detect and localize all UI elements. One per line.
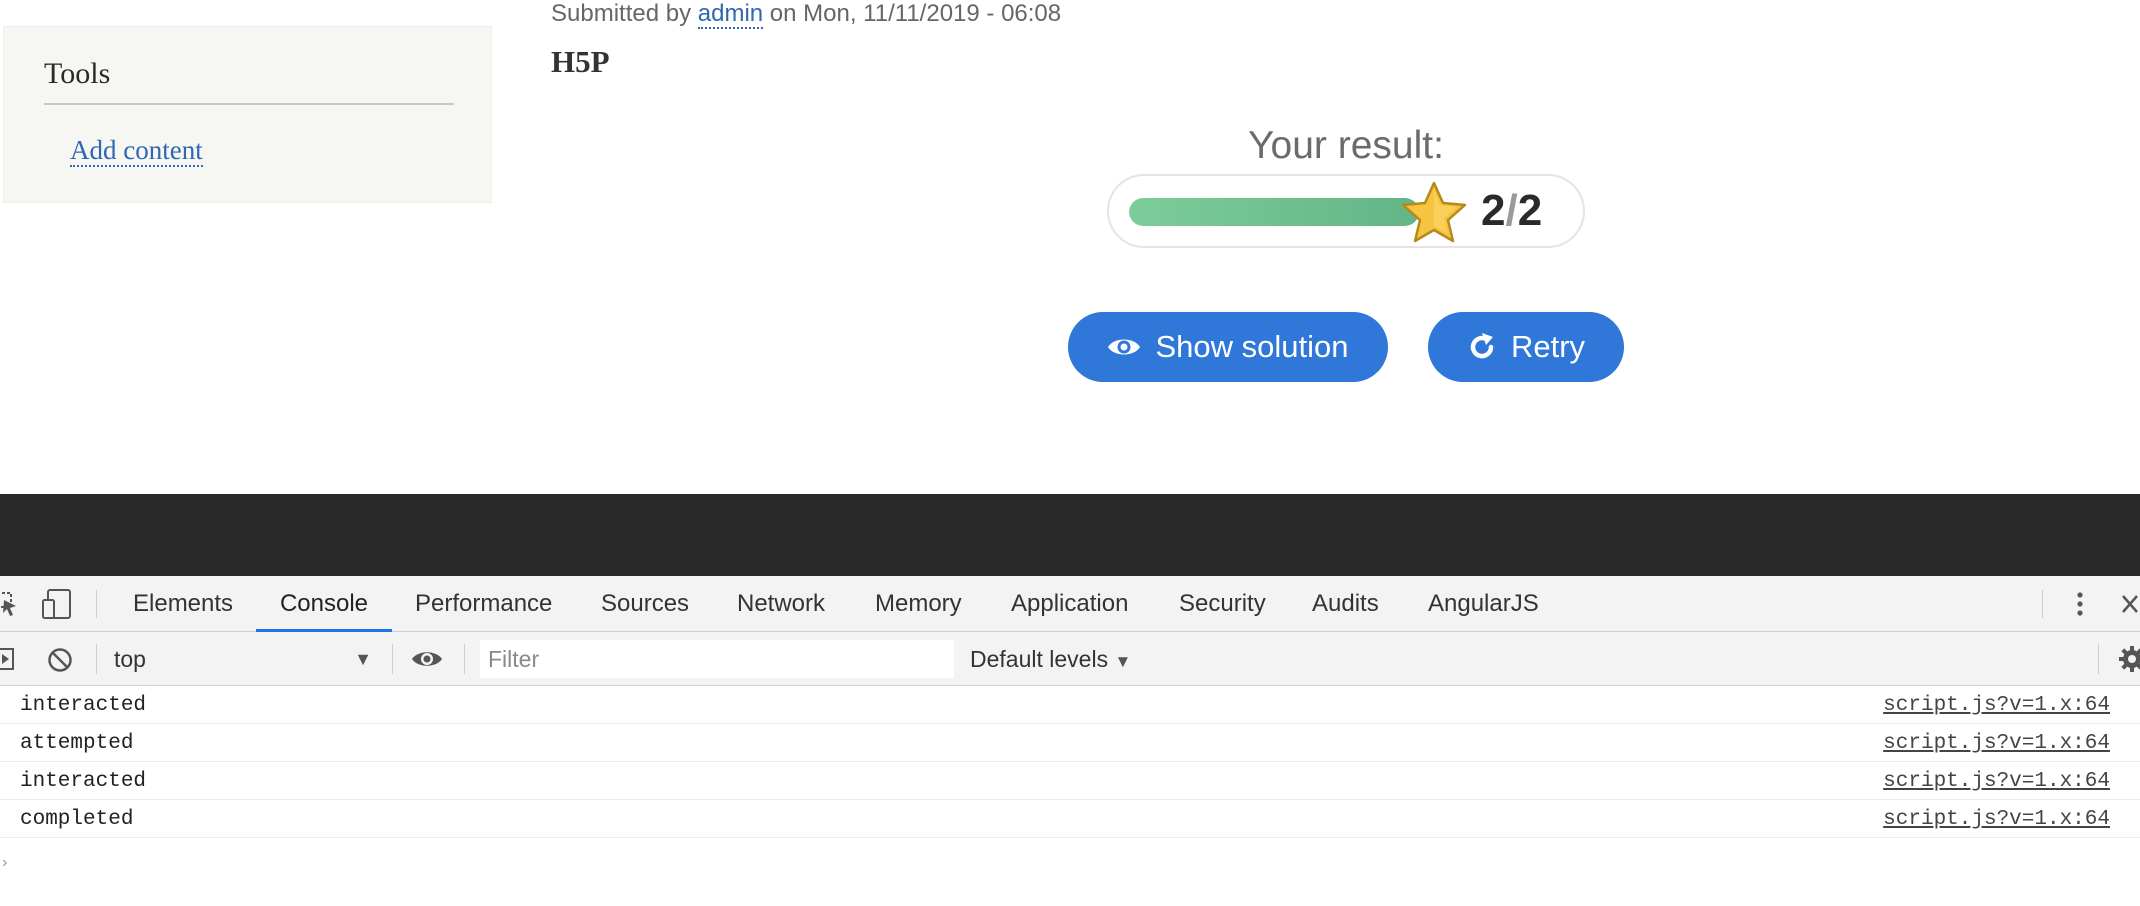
show-solution-label: Show solution (1155, 329, 1349, 364)
console-row: interacted script.js?v=1.x:64 (0, 762, 2140, 800)
default-levels-dropdown[interactable]: Default levels ▼ (970, 642, 1131, 679)
console-row: interacted script.js?v=1.x:64 (0, 686, 2140, 724)
score-value: 2 (1481, 186, 1506, 235)
score-max: 2 (1517, 186, 1543, 235)
console-row: completed script.js?v=1.x:64 (0, 800, 2140, 838)
device-toolbar-icon[interactable] (42, 588, 74, 620)
levels-label: Default levels (970, 646, 1109, 672)
console-messages: interacted script.js?v=1.x:64 attempted … (0, 686, 2140, 838)
filter-input[interactable] (480, 640, 954, 678)
show-solution-button[interactable]: Show solution (1068, 312, 1388, 382)
star-icon (1401, 181, 1467, 243)
dropdown-arrow-icon: ▼ (354, 649, 372, 669)
score-fill (1129, 198, 1419, 226)
console-row: attempted script.js?v=1.x:64 (0, 724, 2140, 762)
more-options-icon[interactable] (2070, 590, 2090, 618)
tab-audits[interactable]: Audits (1312, 576, 1379, 632)
console-source-link[interactable]: script.js?v=1.x:64 (1883, 694, 2110, 717)
result-label: Your result: (1248, 124, 1444, 167)
tools-block: Tools Add content (3, 26, 492, 203)
sidebar-toggle-icon[interactable] (0, 647, 18, 671)
console-source-link[interactable]: script.js?v=1.x:64 (1883, 732, 2110, 755)
tools-title: Tools (44, 57, 454, 105)
eye-icon (1108, 339, 1141, 355)
tab-security[interactable]: Security (1179, 576, 1266, 632)
tab-network[interactable]: Network (737, 576, 825, 632)
toolbar-separator (2098, 644, 2099, 674)
context-value: top (114, 646, 146, 672)
console-message: completed (20, 808, 134, 831)
console-message: attempted (20, 732, 134, 755)
tab-angularjs[interactable]: AngularJS (1428, 576, 1539, 632)
console-prompt[interactable]: › (2, 854, 7, 872)
toolbar-separator (392, 644, 393, 674)
tab-memory[interactable]: Memory (875, 576, 962, 632)
console-message: interacted (20, 694, 147, 717)
retry-button[interactable]: Retry (1428, 312, 1624, 382)
devtools-panel: Elements Console Performance Sources Net… (0, 576, 2140, 906)
console-message: interacted (20, 770, 147, 793)
submitted-prefix: Submitted by (551, 0, 692, 27)
score-bar: 2/2 (1107, 174, 1585, 248)
tab-application[interactable]: Application (1011, 576, 1128, 632)
dark-bar (0, 494, 2140, 576)
submitted-date: on Mon, 11/11/2019 - 06:08 (769, 0, 1062, 27)
toolbar-separator (464, 644, 465, 674)
context-select[interactable]: top ▼ (114, 642, 376, 676)
web-page: Tools Add content Submitted by admin on … (0, 0, 2140, 494)
page-title: H5P (551, 44, 610, 79)
dropdown-arrow-icon: ▼ (1114, 652, 1132, 671)
inspect-element-icon[interactable] (0, 590, 20, 618)
add-content-link[interactable]: Add content (70, 135, 203, 167)
settings-gear-icon[interactable] (2118, 645, 2140, 673)
score-text: 2/2 (1481, 186, 1542, 236)
console-source-link[interactable]: script.js?v=1.x:64 (1883, 808, 2110, 831)
score-track (1129, 198, 1419, 226)
toolbar-separator (96, 644, 97, 674)
retry-icon (1470, 333, 1494, 359)
devtools-tab-bar: Elements Console Performance Sources Net… (0, 576, 2140, 632)
tab-console[interactable]: Console (256, 576, 392, 632)
console-source-link[interactable]: script.js?v=1.x:64 (1883, 770, 2110, 793)
submitted-info: Submitted by admin on Mon, 11/11/2019 - … (551, 0, 1062, 29)
tab-separator (2042, 590, 2043, 618)
live-expression-eye-icon[interactable] (410, 647, 444, 671)
retry-label: Retry (1510, 329, 1586, 364)
score-separator: / (1505, 186, 1518, 235)
clear-console-icon[interactable] (46, 646, 74, 674)
tab-performance[interactable]: Performance (415, 576, 552, 632)
tab-separator (96, 590, 97, 618)
tab-sources[interactable]: Sources (601, 576, 689, 632)
author-link[interactable]: admin (697, 0, 764, 29)
close-icon[interactable] (2120, 592, 2140, 616)
tab-elements[interactable]: Elements (133, 576, 233, 632)
console-toolbar: top ▼ Default levels ▼ (0, 632, 2140, 686)
